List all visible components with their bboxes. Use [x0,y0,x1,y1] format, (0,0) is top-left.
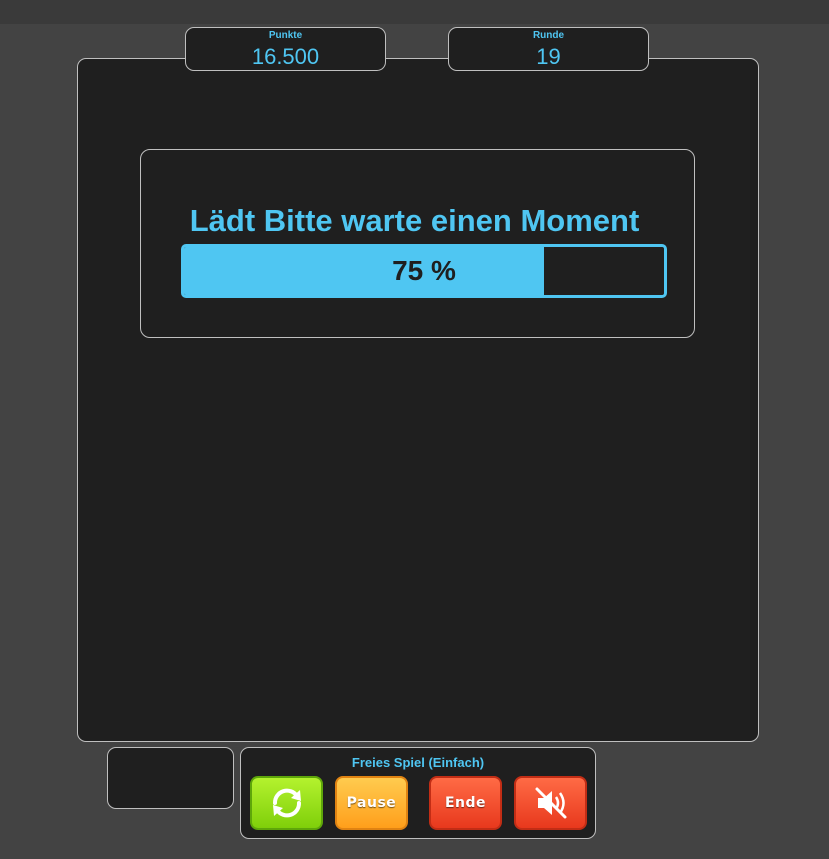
top-strip [0,0,829,24]
loading-progress-bar: 75 % [181,244,667,298]
round-label: Runde [532,30,565,41]
points-value: 16.500 [251,44,320,69]
game-mode-label: Freies Spiel (Einfach) [351,755,485,770]
end-button[interactable]: Ende [429,776,502,830]
points-label: Punkte [268,30,303,41]
control-panel: Freies Spiel (Einfach) Pause Ende [240,747,596,839]
mute-button[interactable] [514,776,587,830]
round-display: Runde 19 [448,27,649,71]
mute-icon [535,787,566,819]
loading-percent: 75 % [392,255,456,286]
round-value: 19 [536,44,561,69]
restart-icon [272,788,301,818]
loading-title: Lädt Bitte warte einen Moment [189,203,640,238]
restart-button[interactable] [250,776,323,830]
side-panel [107,747,234,809]
pause-button[interactable]: Pause [335,776,408,830]
points-display: Punkte 16.500 [185,27,386,71]
